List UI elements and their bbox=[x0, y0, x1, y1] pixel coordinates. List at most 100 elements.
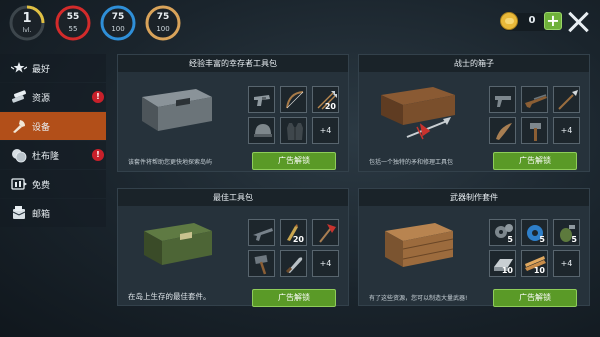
item-count: 10 bbox=[501, 266, 513, 275]
item-slot[interactable]: 20 bbox=[280, 219, 307, 246]
water-ring-icon bbox=[100, 5, 136, 41]
item-slot[interactable] bbox=[489, 117, 516, 144]
more-items-slot[interactable]: +4 bbox=[553, 117, 580, 144]
card-description: 有了这些资源，您可以制造大量武器! bbox=[369, 295, 468, 302]
item-slot[interactable] bbox=[489, 86, 516, 113]
item-slot[interactable] bbox=[280, 117, 307, 144]
more-items-slot[interactable]: +4 bbox=[312, 250, 339, 277]
unlock-by-ad-button[interactable]: 广告解锁 bbox=[252, 152, 336, 170]
sidebar-item-label: 免费 bbox=[32, 181, 51, 191]
item-slot[interactable]: 10 bbox=[521, 250, 548, 277]
card-title: 战士的箱子 bbox=[359, 55, 589, 72]
gun-icon bbox=[253, 228, 273, 241]
category-sidebar: 最好 资源 ! 设备 杜布隆 ! 免费 邮箱 bbox=[0, 54, 106, 337]
item-slot[interactable]: 10 bbox=[489, 250, 516, 277]
health-indicator: 55 55 bbox=[55, 5, 91, 41]
water-max: 100 bbox=[111, 25, 125, 33]
item-slot[interactable] bbox=[248, 250, 275, 277]
sidebar-item-label: 设备 bbox=[32, 123, 51, 133]
health-ring-icon bbox=[55, 5, 91, 41]
item-count: 10 bbox=[533, 266, 545, 275]
more-items-slot[interactable]: +4 bbox=[312, 117, 339, 144]
unlock-by-ad-button[interactable]: 广告解锁 bbox=[252, 289, 336, 307]
food-value: 75 bbox=[156, 12, 170, 22]
health-value: 55 bbox=[66, 12, 80, 22]
item-slot[interactable] bbox=[280, 86, 307, 113]
revolver-icon bbox=[254, 95, 270, 106]
rifle-icon bbox=[525, 94, 547, 108]
item-count: 5 bbox=[571, 235, 577, 244]
item-count: 5 bbox=[507, 235, 513, 244]
item-count: 20 bbox=[292, 235, 304, 244]
hammer-icon bbox=[530, 123, 541, 141]
card-title: 最佳工具包 bbox=[118, 189, 348, 206]
metal-case-icon bbox=[142, 89, 212, 131]
unlock-by-ad-button[interactable]: 广告解锁 bbox=[493, 152, 577, 170]
knife-icon bbox=[285, 257, 303, 274]
level-label: lvl. bbox=[22, 27, 32, 34]
health-max: 55 bbox=[68, 25, 78, 33]
sidebar-item-label: 资源 bbox=[32, 94, 51, 104]
blade-icon bbox=[496, 123, 512, 140]
alert-badge: ! bbox=[92, 91, 104, 103]
sidebar-item-free[interactable]: 免费 bbox=[0, 170, 106, 198]
item-slot[interactable]: 5 bbox=[489, 219, 516, 246]
kit-card-experienced-survivor: 经验丰富的幸存者工具包 该套件将帮助您更快地探索岛屿 广告解锁 20 +4 bbox=[117, 54, 349, 172]
bow-icon bbox=[286, 91, 304, 109]
sidebar-item-best[interactable]: 最好 bbox=[0, 54, 106, 82]
more-items-count: +4 bbox=[560, 259, 573, 268]
equipment-icon bbox=[13, 120, 25, 133]
card-title: 武器制作套件 bbox=[359, 189, 589, 206]
item-count: 20 bbox=[324, 102, 336, 111]
water-indicator: 75 100 bbox=[100, 5, 136, 41]
sidebar-item-doubloons[interactable]: 杜布隆 ! bbox=[0, 141, 106, 169]
star-wings-icon bbox=[11, 62, 27, 73]
item-slot[interactable] bbox=[248, 117, 275, 144]
kit-card-weapon-crafting: 武器制作套件 有了这些资源，您可以制造大量武器! 广告解锁 5 5 5 10 1… bbox=[358, 188, 590, 307]
coin-value: 0 bbox=[528, 15, 536, 26]
level-indicator: 1 lvl. bbox=[9, 5, 45, 41]
food-max: 100 bbox=[156, 25, 170, 33]
sledgehammer-icon bbox=[254, 255, 268, 275]
close-icon[interactable] bbox=[567, 10, 591, 34]
sidebar-item-equipment[interactable]: 设备 bbox=[0, 112, 106, 140]
more-items-count: +4 bbox=[319, 259, 332, 268]
card-description: 在岛上生存的最佳套件。 bbox=[128, 292, 211, 301]
sidebar-item-label: 邮箱 bbox=[32, 210, 51, 220]
sidebar-item-mailbox[interactable]: 邮箱 bbox=[0, 199, 106, 227]
top-status-bar: 1 lvl. 55 55 75 100 75 100 0 + bbox=[0, 0, 600, 46]
free-icon bbox=[11, 178, 27, 190]
add-coins-button[interactable]: + bbox=[544, 12, 562, 30]
more-items-count: +4 bbox=[319, 126, 332, 135]
card-description: 该套件将帮助您更快地探索岛屿 bbox=[128, 159, 213, 166]
item-slot[interactable] bbox=[312, 219, 339, 246]
item-slot[interactable]: 5 bbox=[553, 219, 580, 246]
item-slot[interactable]: 20 bbox=[312, 86, 339, 113]
item-slot[interactable] bbox=[248, 219, 275, 246]
axe-icon bbox=[319, 224, 336, 243]
item-slot[interactable]: 5 bbox=[521, 219, 548, 246]
unlock-by-ad-button[interactable]: 广告解锁 bbox=[493, 289, 577, 307]
more-items-count: +4 bbox=[560, 126, 573, 135]
water-value: 75 bbox=[111, 12, 125, 22]
doubloons-icon bbox=[12, 149, 27, 163]
item-slot[interactable] bbox=[248, 86, 275, 113]
more-items-slot[interactable]: +4 bbox=[553, 250, 580, 277]
item-slot[interactable] bbox=[521, 86, 548, 113]
resources-icon bbox=[11, 90, 27, 103]
sidebar-item-label: 杜布隆 bbox=[32, 152, 60, 162]
food-ring-icon bbox=[145, 5, 181, 41]
card-title: 经验丰富的幸存者工具包 bbox=[118, 55, 348, 72]
wooden-chest-icon bbox=[381, 87, 455, 140]
item-slot[interactable] bbox=[521, 117, 548, 144]
kit-card-warrior-chest: 战士的箱子 包括一个独特的矛和修理工具包 广告解锁 +4 bbox=[358, 54, 590, 172]
wooden-crate-icon bbox=[385, 223, 454, 267]
helmet-icon bbox=[254, 124, 272, 137]
item-slot[interactable] bbox=[280, 250, 307, 277]
food-indicator: 75 100 bbox=[145, 5, 181, 41]
alert-badge: ! bbox=[92, 149, 104, 161]
coin-icon bbox=[500, 12, 518, 30]
sidebar-item-label: 最好 bbox=[32, 65, 51, 75]
item-slot[interactable] bbox=[553, 86, 580, 113]
sidebar-item-resources[interactable]: 资源 ! bbox=[0, 83, 106, 111]
